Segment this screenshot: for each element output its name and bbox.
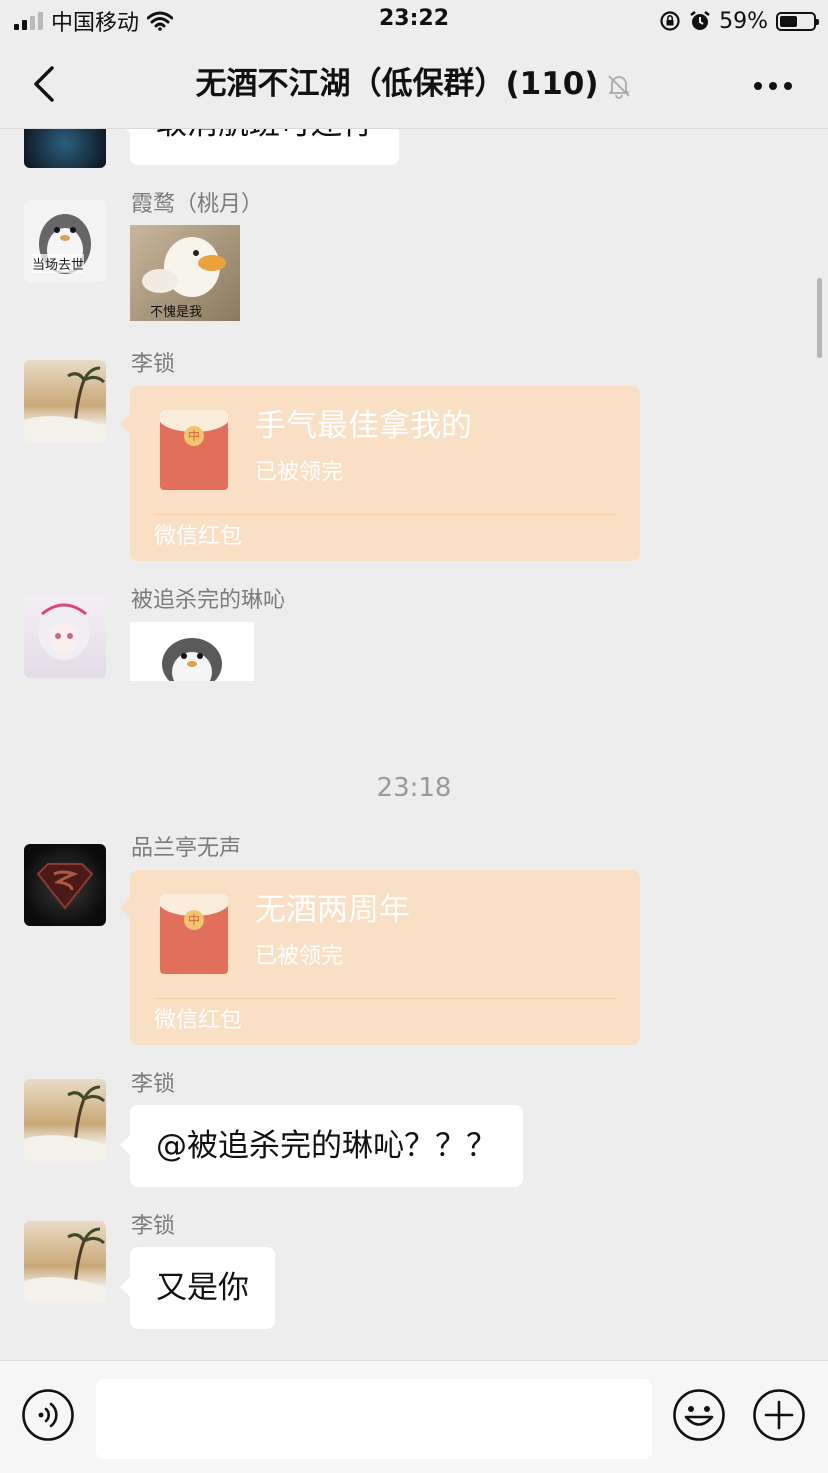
message-bubble[interactable]: @被追杀完的琳吣？？？ xyxy=(120,1105,523,1187)
emoji-icon[interactable] xyxy=(672,1388,726,1442)
red-packet-status: 已被领完 xyxy=(255,944,344,969)
chat-title-text: 无酒不江湖（低保群）(110) xyxy=(195,66,599,102)
sticker-image[interactable] xyxy=(130,622,254,681)
beach-avatar-image xyxy=(24,1227,106,1303)
chat-title: 无酒不江湖（低保群）(110) xyxy=(0,62,828,106)
red-packet-title: 手气最佳拿我的 xyxy=(255,408,472,444)
sticker-image[interactable]: 不愧是我 xyxy=(130,225,240,321)
image-caption: 不愧是我 xyxy=(150,305,203,320)
superman-logo-avatar-image xyxy=(36,863,94,910)
rotation-lock-icon xyxy=(660,11,680,31)
avatar[interactable] xyxy=(24,596,106,678)
red-packet-card[interactable]: 中 无酒两周年 已被领完 微信红包 xyxy=(120,870,640,1045)
sender-name: 李锁 xyxy=(131,1214,176,1239)
message-bubble[interactable]: 取消航班可还行 xyxy=(120,128,399,165)
input-bar xyxy=(0,1360,828,1473)
plus-icon[interactable] xyxy=(752,1388,806,1442)
bell-muted-icon xyxy=(607,74,630,99)
red-packet-divider xyxy=(154,998,616,999)
message-input[interactable] xyxy=(96,1379,652,1459)
battery-icon xyxy=(776,11,819,31)
red-packet-status: 已被领完 xyxy=(255,460,344,485)
avatar[interactable] xyxy=(24,360,106,442)
sender-name: 被追杀完的琳吣 xyxy=(131,588,286,613)
beach-avatar-image xyxy=(24,1085,106,1161)
avatar-caption: 当场去世 xyxy=(32,254,85,273)
avatar[interactable]: 当场去世 xyxy=(24,200,106,282)
status-bar: 中国移动 23:22 59% xyxy=(0,0,828,44)
red-packet-icon: 中 xyxy=(160,894,228,974)
sender-name: 品兰亭无声 xyxy=(131,836,242,861)
alarm-icon xyxy=(690,11,710,30)
timestamp: 23:18 xyxy=(376,773,452,803)
beach-avatar-image xyxy=(24,366,106,442)
scrollbar[interactable] xyxy=(817,278,822,358)
chat-header: 无酒不江湖（低保群）(110) xyxy=(0,44,828,129)
voice-icon[interactable] xyxy=(21,1388,75,1442)
battery-percent: 59% xyxy=(719,8,768,34)
anime-girl-avatar-image xyxy=(38,603,90,660)
sender-name: 霞鹜（桃月） xyxy=(131,192,264,217)
red-packet-footer: 微信红包 xyxy=(154,524,243,549)
red-packet-footer: 微信红包 xyxy=(154,1008,243,1033)
sender-name: 李锁 xyxy=(131,1072,176,1097)
red-packet-card[interactable]: 中 手气最佳拿我的 已被领完 微信红包 xyxy=(120,386,640,561)
penguin-sticker-image xyxy=(162,638,222,681)
avatar[interactable] xyxy=(24,844,106,926)
avatar[interactable] xyxy=(24,1221,106,1303)
status-right: 59% xyxy=(659,6,819,36)
more-dots-icon[interactable] xyxy=(754,82,792,90)
message-bubble[interactable]: 又是你 xyxy=(120,1247,275,1329)
red-packet-icon: 中 xyxy=(160,410,228,490)
avatar[interactable] xyxy=(24,1079,106,1161)
avatar[interactable] xyxy=(24,128,106,168)
red-packet-title: 无酒两周年 xyxy=(255,892,410,928)
sender-name: 李锁 xyxy=(131,352,176,377)
red-packet-divider xyxy=(154,514,616,515)
message-list[interactable]: 取消航班可还行 当场去世 霞鹜（桃月） 不愧是我 李锁 中 手气最佳拿我的 xyxy=(0,128,828,1360)
